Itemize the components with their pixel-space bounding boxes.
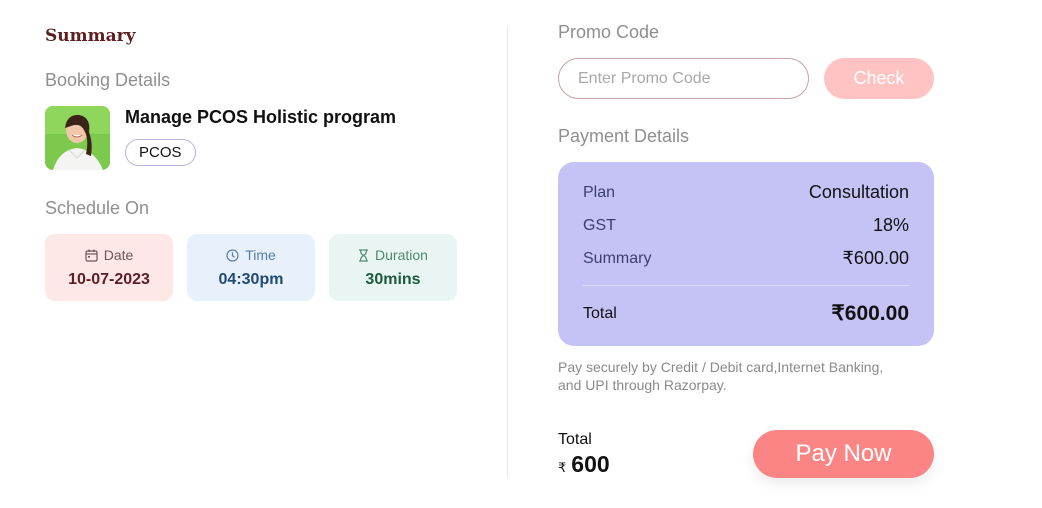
- date-value: 10-07-2023: [68, 271, 150, 288]
- summary-title: Summary: [45, 26, 136, 46]
- payment-row-plan: Plan Consultation: [583, 182, 909, 203]
- hourglass-icon: [359, 248, 369, 262]
- program-tag-badge: PCOS: [125, 139, 196, 166]
- date-label: Date: [103, 247, 134, 263]
- check-promo-button[interactable]: Check: [824, 58, 934, 99]
- duration-value: 30mins: [365, 271, 421, 288]
- schedule-date-card: Date 10-07-2023: [45, 234, 173, 301]
- schedule-duration-card: Duration 30mins: [329, 234, 457, 301]
- footer-total-label: Total: [558, 431, 592, 448]
- payment-card-divider: [583, 285, 909, 286]
- payment-row-gst: GST 18%: [583, 215, 909, 236]
- payment-row-summary: Summary ₹600.00: [583, 248, 909, 269]
- promo-code-input[interactable]: [558, 58, 809, 99]
- summary-value: ₹600.00: [842, 248, 909, 268]
- payment-row-total: Total ₹600.00: [583, 301, 909, 326]
- time-value: 04:30pm: [218, 271, 284, 288]
- booking-summary-panel: Summary Booking Details Manage PCOS Holi…: [45, 0, 485, 508]
- promo-code-heading: Promo Code: [558, 22, 660, 42]
- program-thumbnail: [45, 106, 110, 170]
- footer-total-value: 600: [571, 451, 610, 477]
- currency-symbol: ₹: [558, 460, 567, 475]
- booking-details-heading: Booking Details: [45, 70, 171, 90]
- program-photo-illustration: [45, 106, 110, 170]
- plan-value: Consultation: [808, 182, 909, 202]
- total-key: Total: [583, 304, 617, 322]
- footer-total-amount: ₹ 600: [558, 451, 610, 478]
- panel-divider: [507, 26, 508, 478]
- plan-key: Plan: [583, 183, 616, 201]
- schedule-on-heading: Schedule On: [45, 198, 150, 218]
- gst-value: 18%: [872, 215, 909, 235]
- total-value: ₹600.00: [831, 302, 909, 325]
- calendar-icon: [85, 249, 98, 262]
- gst-key: GST: [583, 216, 616, 234]
- payment-panel: Promo Code Check Payment Details Plan Co…: [558, 0, 998, 508]
- summary-key: Summary: [583, 249, 652, 267]
- program-name: Manage PCOS Holistic program: [125, 107, 397, 127]
- secure-payment-note: Pay securely by Credit / Debit card,Inte…: [558, 359, 884, 393]
- payment-details-heading: Payment Details: [558, 126, 690, 146]
- pay-now-button[interactable]: Pay Now: [753, 430, 934, 478]
- time-label: Time: [245, 247, 276, 263]
- duration-label: Duration: [375, 247, 428, 263]
- schedule-time-card: Time 04:30pm: [187, 234, 315, 301]
- payment-details-card: Plan Consultation GST 18% Summary ₹600.0…: [558, 162, 934, 346]
- clock-icon: [226, 248, 239, 262]
